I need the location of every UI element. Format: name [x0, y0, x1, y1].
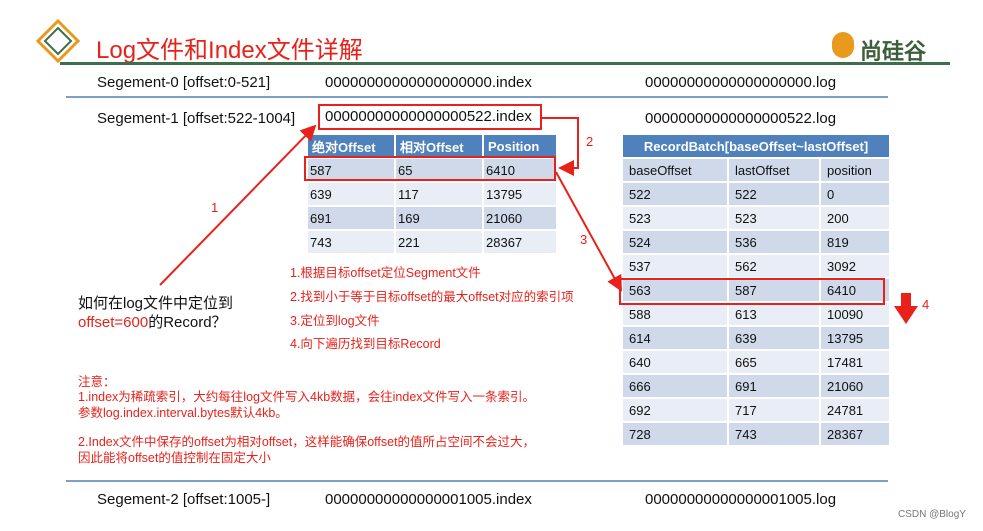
segment-divider [66, 480, 888, 482]
arrow-label-2: 2 [586, 134, 594, 149]
question-line-2: offset=600的Record？ [78, 311, 227, 332]
step-4: 4.向下遍历找到目标Record [290, 337, 441, 351]
arrow-label-4: 4 [922, 297, 930, 312]
segment-2-index-file: 00000000000000001005.index [325, 491, 532, 508]
arrow-3 [555, 171, 622, 292]
step-1: 1.根据目标offset定位Segment文件 [290, 266, 481, 280]
arrow-label-3: 3 [580, 232, 588, 247]
segment-2-label: Segement-2 [offset:1005-] [97, 491, 271, 508]
note-1-line-2: 参数log.index.interval.bytes默认4kb。 [78, 406, 288, 420]
question-target: offset=600 [78, 314, 149, 331]
note-2-line-2: 因此能将offset的值控制在固定大小 [78, 451, 271, 465]
watermark: CSDN @BlogY [898, 509, 966, 520]
step-2: 2.找到小于等于目标offset的最大offset对应的索引项 [290, 290, 574, 304]
arrow-label-1: 1 [211, 200, 219, 215]
step-3: 3.定位到log文件 [290, 314, 380, 328]
question-suffix: 的Record？ [148, 314, 227, 331]
arrow-2 [542, 117, 579, 176]
segment-2-log-file: 00000000000000001005.log [645, 491, 837, 508]
arrow-4-icon [894, 293, 918, 324]
question-line-1: 如何在log文件中定位到 [78, 295, 234, 312]
